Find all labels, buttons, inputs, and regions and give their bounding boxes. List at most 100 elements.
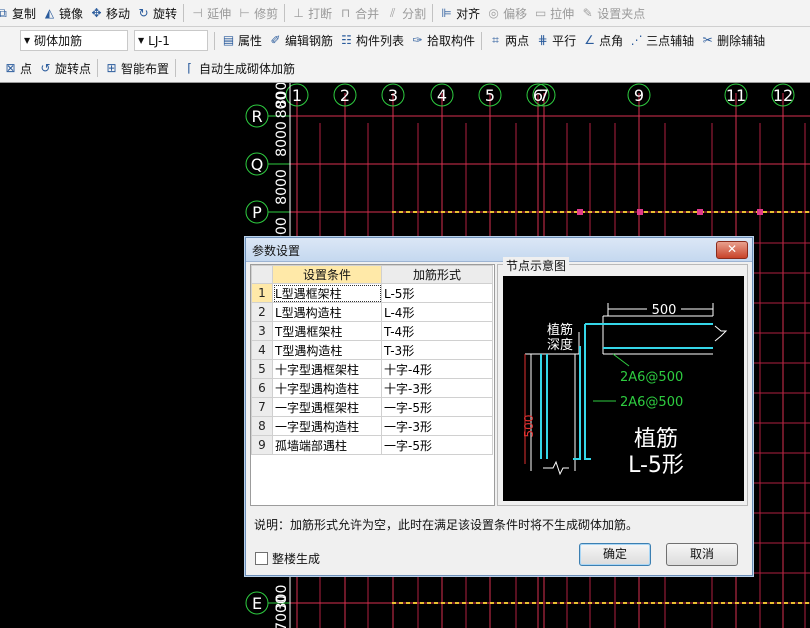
table-row[interactable]: 8 一字型遇构造柱 一字-3形	[251, 416, 493, 436]
edit-button-6: ⊥ 打断	[288, 2, 335, 24]
trim-icon: ⊢	[239, 5, 250, 20]
component-name-value: LJ-1	[148, 33, 170, 48]
parallel-icon: ⋕	[537, 33, 548, 47]
component-button-8[interactable]: ✂ 删除辅轴	[697, 30, 768, 52]
form-cell[interactable]: T-4形	[381, 321, 493, 341]
cancel-button[interactable]: 取消	[666, 543, 738, 566]
column-axis-label: 5	[485, 86, 495, 105]
table-row[interactable]: 9 孤墙端部遇柱 一字-5形	[251, 435, 493, 455]
delete-axis-icon: ✂	[702, 33, 713, 47]
condition-cell[interactable]: 一字型遇构造柱	[272, 416, 382, 436]
condition-cell[interactable]: 十字型遇构造柱	[272, 378, 382, 398]
draw-button-1[interactable]: ↺ 旋转点	[35, 57, 94, 79]
edit-label-9: 对齐	[456, 6, 481, 21]
edit-rebar-icon: ✐	[270, 33, 281, 47]
condition-cell[interactable]: L型遇框架柱	[272, 283, 382, 303]
table-row[interactable]: 6 十字型遇构造柱 十字-3形	[251, 378, 493, 398]
draw-button-3[interactable]: ⌈ 自动生成砌体加筋	[179, 57, 298, 79]
component-name-combo[interactable]: ▼ LJ-1	[134, 30, 208, 51]
component-type-combo[interactable]: ▼ 砌体加筋	[20, 30, 128, 51]
three-point-axis-icon: ⋰	[630, 33, 643, 47]
edit-button-2[interactable]: ✥ 移动	[86, 2, 133, 24]
edit-button-0[interactable]: ⧉复制	[0, 2, 39, 24]
component-toolbar: ▼ 砌体加筋 ▼ LJ-1 ▤ 属性 ✐ 编辑钢筋 ☷ 构件列表 ✑ 拾取构件 ⌗ 两点 ⋕ 平行 ∠ 点…	[0, 27, 810, 55]
column-marker[interactable]	[577, 209, 583, 215]
form-cell[interactable]: L-5形	[381, 283, 493, 303]
row-number: 2	[251, 302, 273, 322]
draw-label-0: 点	[20, 61, 33, 76]
form-cell[interactable]: 一字-5形	[381, 435, 493, 455]
dimension-text: 300	[274, 585, 290, 612]
ok-button[interactable]: 确定	[579, 543, 651, 566]
condition-cell[interactable]: T型遇框架柱	[272, 321, 382, 341]
edit-button-9[interactable]: ⊫ 对齐	[436, 2, 483, 24]
component-label-6: 点角	[599, 34, 624, 48]
draw-button-2[interactable]: ⊞ 智能布置	[101, 57, 172, 79]
form-cell[interactable]: 十字-4形	[381, 359, 493, 379]
table-row[interactable]: 5 十字型遇框架柱 十字-4形	[251, 359, 493, 379]
component-button-7[interactable]: ⋰ 三点辅轴	[626, 30, 697, 52]
component-button-2[interactable]: ☷ 构件列表	[336, 30, 407, 52]
edit-button-8: ⫽ 分割	[382, 2, 429, 24]
dialog-title: 参数设置	[252, 244, 301, 258]
chevron-down-icon: ▼	[138, 36, 145, 45]
table-row[interactable]: 1 L型遇框架柱 L-5形	[251, 283, 493, 303]
separator	[214, 31, 215, 50]
table-row[interactable]: 7 一字型遇框架柱 一字-5形	[251, 397, 493, 417]
close-icon: ✕	[726, 242, 738, 256]
component-button-6[interactable]: ∠ 点角	[579, 30, 626, 52]
component-button-0[interactable]: ▤ 属性	[218, 30, 265, 52]
note-text: 说明：加筋形式允许为空，此时在满足该设置条件时将不生成砌体加筋。	[254, 518, 639, 532]
table-row[interactable]: 2 L型遇构造柱 L-4形	[251, 302, 493, 322]
condition-cell[interactable]: T型遇构造柱	[272, 340, 382, 360]
table-row[interactable]: 4 T型遇构造柱 T-3形	[251, 340, 493, 360]
extend-icon: ⊣	[192, 5, 203, 20]
row-number: 5	[251, 359, 273, 379]
edit-label-3: 旋转	[153, 6, 178, 21]
whole-building-checkbox[interactable]: 整楼生成	[255, 550, 320, 567]
column-header-form[interactable]: 加筋形式	[381, 265, 493, 284]
component-button-4[interactable]: ⌗ 两点	[485, 30, 532, 52]
component-label-8: 删除辅轴	[717, 34, 766, 48]
draw-label-1: 旋转点	[55, 61, 92, 76]
form-cell[interactable]: L-4形	[381, 302, 493, 322]
close-button[interactable]: ✕	[716, 241, 748, 259]
condition-cell[interactable]: 一字型遇框架柱	[272, 397, 382, 417]
column-marker[interactable]	[757, 209, 763, 215]
component-button-1[interactable]: ✐ 编辑钢筋	[265, 30, 336, 52]
row-number: 1	[251, 283, 273, 303]
dim-left-text: 500	[522, 415, 536, 438]
merge-icon: ⊓	[340, 5, 351, 20]
column-axis-label: 1	[292, 86, 302, 105]
column-axis-label: 4	[437, 86, 447, 105]
column-header-condition[interactable]: 设置条件	[272, 265, 382, 284]
checkbox-box[interactable]	[255, 552, 268, 565]
draw-button-0[interactable]: ⊠ 点	[0, 57, 35, 79]
dialog-title-bar[interactable]: 参数设置 ✕	[246, 238, 752, 262]
component-button-3[interactable]: ✑ 拾取构件	[407, 30, 478, 52]
edit-button-11: ▭ 拉伸	[530, 2, 577, 24]
component-label-5: 平行	[552, 34, 577, 48]
form-cell[interactable]: 一字-3形	[381, 416, 493, 436]
form-cell[interactable]: 一字-5形	[381, 397, 493, 417]
separator	[97, 59, 99, 77]
form-cell[interactable]: 十字-3形	[381, 378, 493, 398]
form-cell[interactable]: T-3形	[381, 340, 493, 360]
draw-label-3: 自动生成砌体加筋	[199, 61, 296, 76]
condition-cell[interactable]: 十字型遇框架柱	[272, 359, 382, 379]
condition-cell[interactable]: L型遇构造柱	[272, 302, 382, 322]
condition-cell[interactable]: 孤墙端部遇柱	[272, 435, 382, 455]
dimension-text: 800	[274, 92, 290, 119]
table-row[interactable]: 3 T型遇框架柱 T-4形	[251, 321, 493, 341]
edit-button-1[interactable]: ◭ 镜像	[39, 2, 86, 24]
edit-label-4: 延伸	[207, 6, 232, 21]
component-button-5[interactable]: ⋕ 平行	[532, 30, 579, 52]
align-icon: ⊫	[441, 5, 452, 20]
column-marker[interactable]	[637, 209, 643, 215]
edit-button-3[interactable]: ↻ 旋转	[133, 2, 180, 24]
edit-label-12: 设置夹点	[597, 6, 646, 21]
column-axis-label: 11	[726, 86, 746, 105]
separator	[432, 4, 434, 22]
column-marker[interactable]	[697, 209, 703, 215]
row-number: 3	[251, 321, 273, 341]
